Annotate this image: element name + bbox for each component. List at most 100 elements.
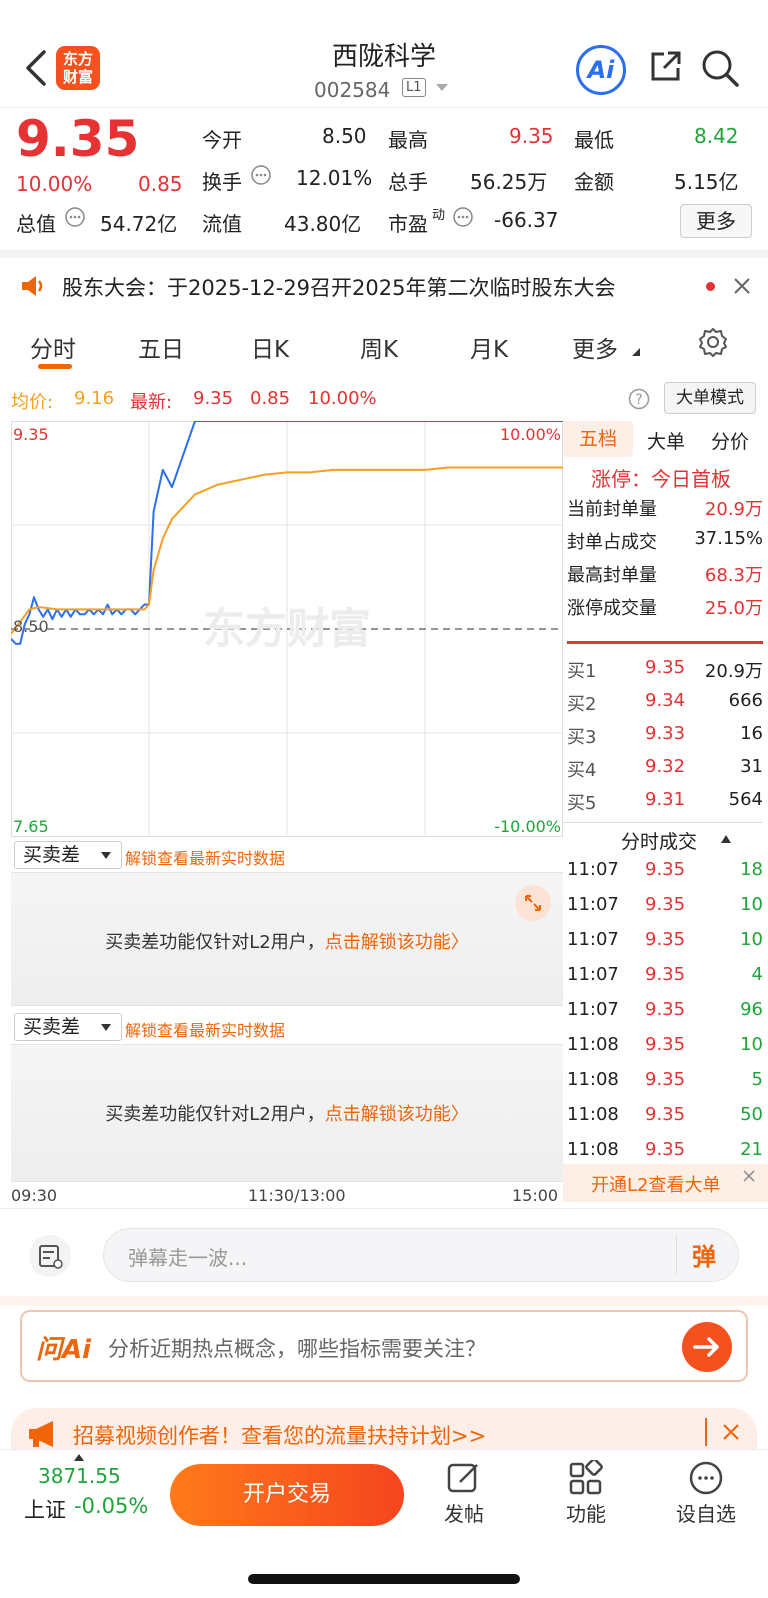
tick-time: 11:07 [567,894,619,915]
unlock-hint-link[interactable]: 解锁查看最新实时数据 [125,1017,285,1041]
tab-intraday[interactable]: 分时 [30,330,76,364]
latest-pct: 10.00% [308,388,377,409]
tick-price: 9.35 [645,999,686,1020]
low-value: 8.42 [694,124,739,148]
stat-label: 最高封单量 [567,565,657,586]
post-edit-icon[interactable] [446,1460,482,1496]
chart-watermark: 东方财富 [203,604,371,653]
tab-weekly-k[interactable]: 周K [360,330,398,364]
notice-text[interactable]: 股东大会：于2025-12-29召开2025年第二次临时股东大会 [62,272,615,302]
bid-price: 9.35 [645,657,686,678]
caret-up-icon[interactable] [721,835,731,843]
more-dots-icon[interactable] [64,206,86,228]
more-button[interactable]: 更多 [680,204,752,238]
bid-row[interactable]: 买5 9.31 564 [563,789,763,819]
corner-caret-icon [632,348,640,356]
stat-row: 封单占成交 37.15% [563,528,763,558]
close-icon[interactable] [741,1168,757,1184]
level-badge[interactable]: L1 [402,78,426,97]
index-value[interactable]: 3871.55 [38,1464,121,1488]
arrow-right-icon[interactable] [682,1322,732,1372]
tab-daily-k[interactable]: 日K [251,330,289,364]
tick-volume: 4 [751,964,763,985]
tab-price-dist[interactable]: 分价 [711,427,749,454]
danmu-placeholder[interactable]: 弹幕走一波... [128,1242,247,1271]
unlock-hint-link[interactable]: 解锁查看最新实时数据 [125,845,285,869]
tick-price: 9.35 [645,1139,686,1160]
functions-grid-icon[interactable] [568,1460,604,1496]
bid-volume: 666 [728,690,763,711]
spacer [0,1296,768,1306]
tick-volume: 18 [740,859,763,880]
buy-sell-diff-select[interactable]: 买卖差 [14,1013,122,1041]
ai-button[interactable]: Ai [576,45,626,95]
caret-down-icon[interactable] [436,84,448,91]
stat-row: 涨停成交量 25.0万 [563,594,763,624]
add-watchlist-button[interactable]: 设自选 [666,1498,746,1527]
tick-volume: 10 [740,894,763,915]
order-book-panel: 五档 大单 分价 涨停：今日首板 当前封单量 20.9万 封单占成交 37.15% … [563,421,768,1202]
buy-sell-diff-select[interactable]: 买卖差 [14,841,122,869]
close-icon[interactable] [721,1422,741,1442]
megaphone-icon [29,1421,53,1447]
post-button[interactable]: 发帖 [424,1498,504,1527]
danmu-input[interactable]: 弹幕走一波... 弹 [103,1228,739,1282]
index-name[interactable]: 上证 [24,1494,66,1524]
danmu-list-icon[interactable] [28,1234,72,1278]
functions-button[interactable]: 功能 [546,1498,626,1527]
bid-volume: 16 [740,723,763,744]
tab-five-levels[interactable]: 五档 [563,421,633,457]
bid-row[interactable]: 买2 9.34 666 [563,690,763,720]
stat-value: 20.9万 [704,499,763,520]
header-bar: 东方财富 西陇科学 002584 L1 Ai [0,0,768,108]
back-arrow-icon[interactable] [22,48,52,88]
avg-label: 均价: [11,392,54,413]
tick-price: 9.35 [645,1069,686,1090]
index-change[interactable]: -0.05% [74,1494,148,1518]
select-label: 买卖差 [23,844,81,866]
bid-volume: 31 [740,756,763,777]
l2-banner-text[interactable]: 开通L2查看大单 [591,1171,720,1197]
share-icon[interactable] [648,48,684,84]
avg-value: 9.16 [74,388,115,409]
ticks-title[interactable]: 分时成交 [621,827,697,854]
intraday-chart[interactable]: 东方财富 9.35 8.50 7.65 10.00% -10.00% [11,421,563,837]
recruit-text[interactable]: 招募视频创作者！查看您的流量扶持计划>> [73,1420,486,1450]
search-icon[interactable] [700,48,740,88]
notice-bar[interactable]: 股东大会：于2025-12-29召开2025年第二次临时股东大会 [0,250,768,314]
l2-unlock-link[interactable]: 点击解锁该功能〉 [325,1104,469,1125]
ask-ai-bar[interactable]: 问Ai 分析近期热点概念，哪些指标需要关注？ [20,1310,748,1382]
stat-label: 当前封单量 [567,499,657,520]
tab-five-day[interactable]: 五日 [138,330,184,364]
tab-big-orders[interactable]: 大单 [647,427,685,454]
float-value: 43.80亿 [284,212,362,236]
watchlist-icon[interactable] [688,1460,724,1496]
bid-row[interactable]: 买4 9.32 31 [563,756,763,786]
open-account-button[interactable]: 开户交易 [170,1464,404,1526]
y-tick-ref: 8.50 [13,617,49,636]
tab-more[interactable]: 更多 [572,330,618,364]
l2-unlock-link[interactable]: 点击解锁该功能〉 [325,932,469,953]
bid-label: 买4 [567,760,597,781]
ask-ai-prompt[interactable]: 分析近期热点概念，哪些指标需要关注？ [108,1333,486,1363]
stat-row: 当前封单量 20.9万 [563,495,763,525]
bid-price: 9.33 [645,723,686,744]
big-order-mode-button[interactable]: 大单模式 [664,382,756,414]
tick-row: 11:08 9.35 50 [563,1104,763,1134]
more-dots-icon[interactable] [452,206,474,228]
expand-icon[interactable] [515,885,551,921]
tick-price: 9.35 [645,859,686,880]
danmu-toggle-button[interactable]: 弹 [692,1237,716,1272]
index-up-arrow-icon [74,1454,84,1461]
l2-banner[interactable]: 开通L2查看大单 [563,1164,768,1202]
tab-monthly-k[interactable]: 月K [470,330,508,364]
settings-gear-icon[interactable] [697,326,729,358]
open-label: 今开 [202,128,242,152]
bid-row[interactable]: 买3 9.33 16 [563,723,763,753]
help-icon[interactable]: ? [628,388,650,410]
more-dots-icon[interactable] [250,164,272,186]
chart-tabs: 分时 五日 日K 周K 月K 更多 [0,316,768,376]
select-label: 买卖差 [23,1016,81,1038]
bid-row[interactable]: 买1 9.35 20.9万 [563,657,763,687]
close-icon[interactable] [732,276,752,296]
